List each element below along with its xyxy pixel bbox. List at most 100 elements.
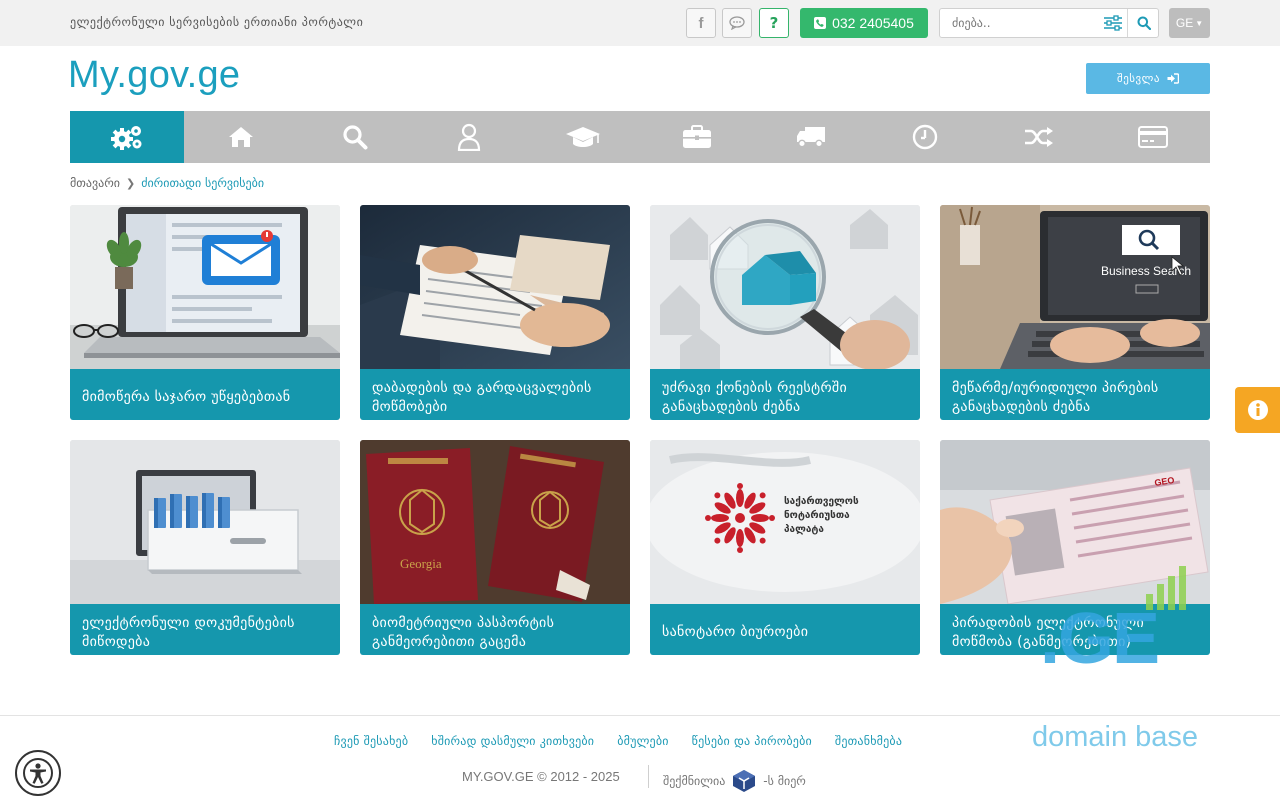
footer-link-terms[interactable]: წესები და პირობები [692, 734, 812, 748]
language-label: GE [1175, 16, 1194, 30]
card-image [70, 205, 340, 369]
credit-card-icon [1138, 126, 1168, 148]
passports-illustration: Georgia [360, 440, 630, 604]
chevron-right-icon: ❯ [125, 176, 136, 190]
passport-text: Georgia [400, 556, 442, 571]
facebook-button[interactable]: f [686, 8, 716, 38]
copyright: MY.GOV.GE © 2012 - 2025 [462, 769, 620, 784]
sign-in-icon [1167, 73, 1179, 84]
info-icon [1247, 400, 1268, 420]
card-title: მიმოწერა საჯარო უწყებებთან [70, 369, 340, 420]
site-logo[interactable]: My.gov.ge [68, 54, 240, 97]
caret-down-icon: ▼ [1195, 18, 1204, 28]
phone-number: 032 2405405 [832, 15, 914, 31]
footer-separator [648, 765, 649, 788]
briefcase-icon [683, 125, 711, 148]
service-card-documents[interactable]: ელექტრონული დოკუმენტების მიწოდება [70, 440, 340, 655]
phone-icon [814, 17, 827, 29]
sliders-icon [1103, 15, 1122, 31]
card-title: სანოტარო ბიუროები [650, 604, 920, 655]
language-selector[interactable]: GE ▼ [1169, 8, 1210, 38]
business-search-illustration: Business Search [940, 205, 1210, 369]
card-image: Business Search [940, 205, 1210, 369]
notary-text-2: ნოტარიუსთა [784, 509, 850, 521]
card-image [70, 440, 340, 604]
card-image [650, 205, 920, 369]
main-nav [70, 111, 1210, 163]
login-button[interactable]: შესვლა [1086, 63, 1210, 94]
nav-business[interactable] [640, 111, 754, 163]
search-icon [343, 125, 368, 150]
card-title: ელექტრონული დოკუმენტების მიწოდება [70, 604, 340, 655]
service-card-business-search[interactable]: Business Search მეწარმე/იურიდიული პირები… [940, 205, 1210, 420]
developer-logo-icon[interactable] [731, 769, 757, 793]
breadcrumb-current[interactable]: ძირითადი სერვისები [141, 176, 264, 190]
service-card-real-estate[interactable]: უძრავი ქონების რეესტრში განაცხადების ძებ… [650, 205, 920, 420]
footer-link-agreement[interactable]: შეთანხმება [835, 734, 902, 748]
help-button[interactable]: ? [759, 8, 789, 38]
footer-link-about[interactable]: ჩვენ შესახებ [334, 734, 408, 748]
help-label: ? [769, 14, 779, 32]
search-button[interactable] [1129, 9, 1159, 37]
card-image: საქართველოს ნოტარიუსთა პალატა [650, 440, 920, 604]
made-by-suffix: -ს მიერ [763, 774, 806, 788]
file-drawer-illustration [70, 440, 340, 604]
card-title: დაბადების და გარდაცვალების მოწმობები [360, 369, 630, 420]
notary-logo-illustration: საქართველოს ნოტარიუსთა პალატა [650, 440, 920, 604]
nav-home[interactable] [184, 111, 298, 163]
footer-divider [0, 715, 1280, 716]
search-box [939, 8, 1159, 38]
phone-button[interactable]: 032 2405405 [800, 8, 928, 38]
signal-bars-icon [1146, 566, 1186, 610]
shuffle-icon [1025, 127, 1053, 147]
graduation-cap-icon [566, 127, 600, 147]
nav-random[interactable] [982, 111, 1096, 163]
gears-icon [111, 126, 142, 150]
laptop-mail-illustration [70, 205, 340, 369]
accessibility-button[interactable] [15, 750, 61, 796]
nav-user[interactable] [412, 111, 526, 163]
card-image: Georgia [360, 440, 630, 604]
search-filter-button[interactable] [1098, 9, 1128, 37]
home-icon [229, 127, 253, 147]
top-bar: ელექტრონული სერვისების ერთიანი პორტალი f… [0, 0, 1280, 46]
service-card-certificates[interactable]: დაბადების და გარდაცვალების მოწმობები [360, 205, 630, 420]
service-card-passport[interactable]: Georgia ბიომეტრიული პასპორტის განმეორები… [360, 440, 630, 655]
service-card-correspondence[interactable]: მიმოწერა საჯარო უწყებებთან [70, 205, 340, 420]
footer-link-links[interactable]: ბმულები [617, 734, 668, 748]
footer-links: ჩვენ შესახებ ხშირად დასმული კითხვები ბმუ… [334, 734, 902, 748]
clock-icon [912, 124, 938, 150]
notary-text-3: პალატა [784, 523, 824, 535]
magnifier-house-illustration [650, 205, 920, 369]
truck-icon [797, 127, 825, 148]
footer-link-faq[interactable]: ხშირად დასმული კითხვები [431, 734, 594, 748]
chat-icon [729, 16, 745, 30]
card-image [360, 205, 630, 369]
accessibility-icon [23, 758, 53, 788]
user-icon [457, 123, 481, 151]
card-title: უძრავი ქონების რეესტრში განაცხადების ძებ… [650, 369, 920, 420]
nav-transport[interactable] [754, 111, 868, 163]
nav-services[interactable] [70, 111, 184, 163]
service-card-notary[interactable]: საქართველოს ნოტარიუსთა პალატა სანოტარო ბ… [650, 440, 920, 655]
search-input[interactable] [940, 9, 1098, 37]
signing-document-illustration [360, 205, 630, 369]
facebook-icon: f [698, 14, 704, 32]
nav-education[interactable] [526, 111, 640, 163]
info-panel-toggle[interactable] [1235, 387, 1280, 433]
breadcrumb-home[interactable]: მთავარი [70, 176, 120, 190]
chat-button[interactable] [722, 8, 752, 38]
made-by-prefix: შექმნილია [663, 774, 726, 788]
search-icon [1137, 16, 1151, 30]
domain-base-logo-text: domain base [1032, 721, 1199, 753]
card-title: ბიომეტრიული პასპორტის განმეორებითი გაცემ… [360, 604, 630, 655]
card-title: მეწარმე/იურიდიული პირების განაცხადების ძ… [940, 369, 1210, 420]
nav-payments[interactable] [1096, 111, 1210, 163]
portal-title: ელექტრონული სერვისების ერთიანი პორტალი [70, 15, 364, 29]
notary-text-1: საქართველოს [784, 495, 859, 507]
breadcrumb: მთავარი ❯ ძირითადი სერვისები [70, 176, 264, 190]
nav-history[interactable] [868, 111, 982, 163]
nav-search[interactable] [298, 111, 412, 163]
login-label: შესვლა [1117, 72, 1160, 85]
domain-base-logo-ge: .GE [1040, 599, 1160, 679]
